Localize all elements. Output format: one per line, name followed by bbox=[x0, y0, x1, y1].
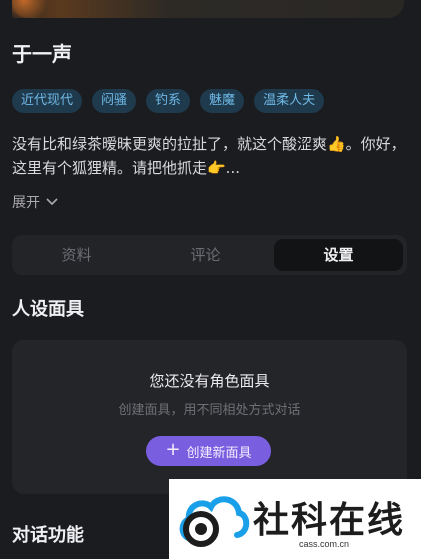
chevron-down-icon bbox=[46, 198, 58, 206]
persona-mask-title: 人设面具 bbox=[12, 299, 84, 320]
expand-label: 展开 bbox=[12, 195, 40, 211]
tab-profile[interactable]: 资料 bbox=[12, 235, 141, 275]
create-mask-button[interactable]: + 创建新面具 bbox=[146, 436, 271, 466]
watermark-logo: 社科在线 cass.com.cn bbox=[169, 479, 421, 559]
cover-image-highlight bbox=[12, 0, 52, 18]
empty-state-subtitle: 创建面具，用不同相处方式对话 bbox=[118, 403, 301, 418]
tag-item[interactable]: 温柔人夫 bbox=[254, 89, 325, 113]
empty-state-title: 您还没有角色面具 bbox=[149, 372, 270, 390]
tag-list: 近代现代 闷骚 钓系 魅魔 温柔人夫 bbox=[12, 89, 325, 113]
plus-icon: + bbox=[165, 439, 181, 460]
tab-bar: 资料 评论 设置 bbox=[12, 235, 407, 275]
tab-comments[interactable]: 评论 bbox=[141, 235, 270, 275]
create-mask-label: 创建新面具 bbox=[186, 445, 252, 461]
tag-item[interactable]: 魅魔 bbox=[200, 89, 245, 113]
tag-item[interactable]: 钓系 bbox=[146, 89, 191, 113]
expand-button[interactable]: 展开 bbox=[12, 192, 58, 212]
watermark-brand: 社科在线 bbox=[253, 499, 406, 541]
persona-mask-card: 您还没有角色面具 创建面具，用不同相处方式对话 + 创建新面具 bbox=[12, 340, 407, 494]
cloud-logo-icon bbox=[179, 496, 250, 547]
watermark-url: cass.com.cn bbox=[299, 539, 350, 549]
tag-item[interactable]: 闷骚 bbox=[92, 89, 137, 113]
character-description: 没有比和绿茶暧昧更爽的拉扯了，就这个酸涩爽👍。你好，这里有个狐狸精。请把他抓走👉… bbox=[12, 135, 406, 177]
tag-item[interactable]: 近代现代 bbox=[12, 89, 83, 113]
tab-settings[interactable]: 设置 bbox=[274, 239, 403, 271]
character-name: 于一声 bbox=[12, 42, 72, 66]
cover-image bbox=[12, 0, 404, 18]
dialogue-feature-title: 对话功能 bbox=[12, 525, 84, 546]
